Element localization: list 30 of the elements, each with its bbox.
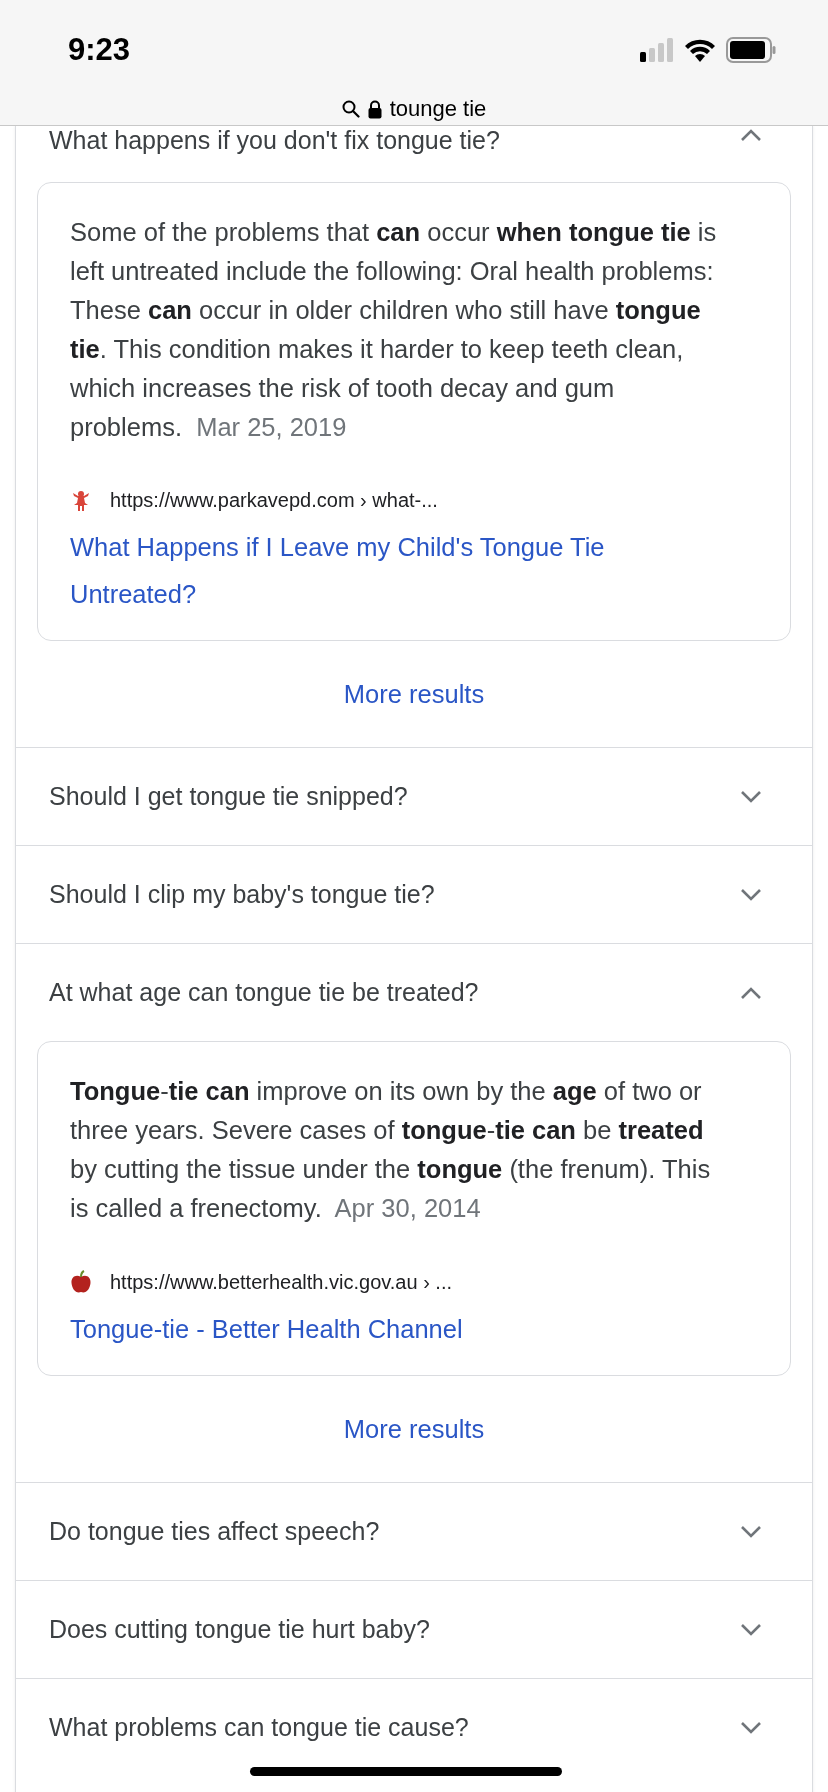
question-row[interactable]: Do tongue ties affect speech? — [16, 1482, 812, 1580]
wifi-icon — [684, 38, 716, 62]
signal-icon — [640, 38, 674, 62]
question-row[interactable]: Should I clip my baby's tongue tie? — [16, 845, 812, 943]
chevron-icon — [740, 1622, 762, 1637]
chevron-icon — [740, 1720, 762, 1735]
question-row[interactable]: At what age can tongue tie be treated? — [16, 943, 812, 1041]
question-row[interactable]: What happens if you don't fix tongue tie? — [16, 126, 812, 182]
search-icon — [341, 100, 360, 118]
result-link[interactable]: Tongue-tie - Better Health Channel — [70, 1306, 730, 1353]
battery-icon — [726, 37, 776, 63]
address-text[interactable]: tounge tie — [389, 96, 487, 122]
chevron-icon — [740, 985, 762, 1000]
status-time: 9:23 — [68, 32, 131, 68]
answer-text: Tongue-tie can improve on its own by the age of two or three years. Severe cases of tongue-tie can be treated by cutting the tissue under the tongue (the frenum). This is called a frenectomy. Apr 30, 2014 — [70, 1076, 712, 1224]
answer-text: Some of the problems that can occur when tongue tie is left untreated include the following: Oral health problems: These can occur in older children who still have tongue tie. This condition makes it harder to keep teeth clean, which increases the risk of tooth decay and gum problems. Mar 25, 2019 — [70, 217, 718, 443]
source-url: https://www.parkavepd.com › what-... — [110, 489, 438, 512]
figure-icon — [70, 489, 92, 512]
chevron-icon — [740, 1524, 762, 1539]
chevron-icon — [740, 887, 762, 902]
question-row[interactable]: Does cutting tongue tie hurt baby? — [16, 1580, 812, 1678]
apple-icon — [70, 1270, 92, 1294]
chevron-icon — [740, 128, 762, 142]
more-results-link[interactable]: More results — [343, 1414, 485, 1444]
chevron-icon — [740, 789, 762, 804]
result-link[interactable]: What Happens if I Leave my Child's Tongue Tie Untreated? — [70, 524, 730, 618]
more-results-link[interactable]: More results — [343, 679, 485, 709]
source-url: https://www.betterhealth.vic.gov.au › ... — [110, 1270, 452, 1294]
question-row[interactable]: Should I get tongue tie snipped? — [16, 747, 812, 845]
lock-icon — [367, 99, 382, 119]
